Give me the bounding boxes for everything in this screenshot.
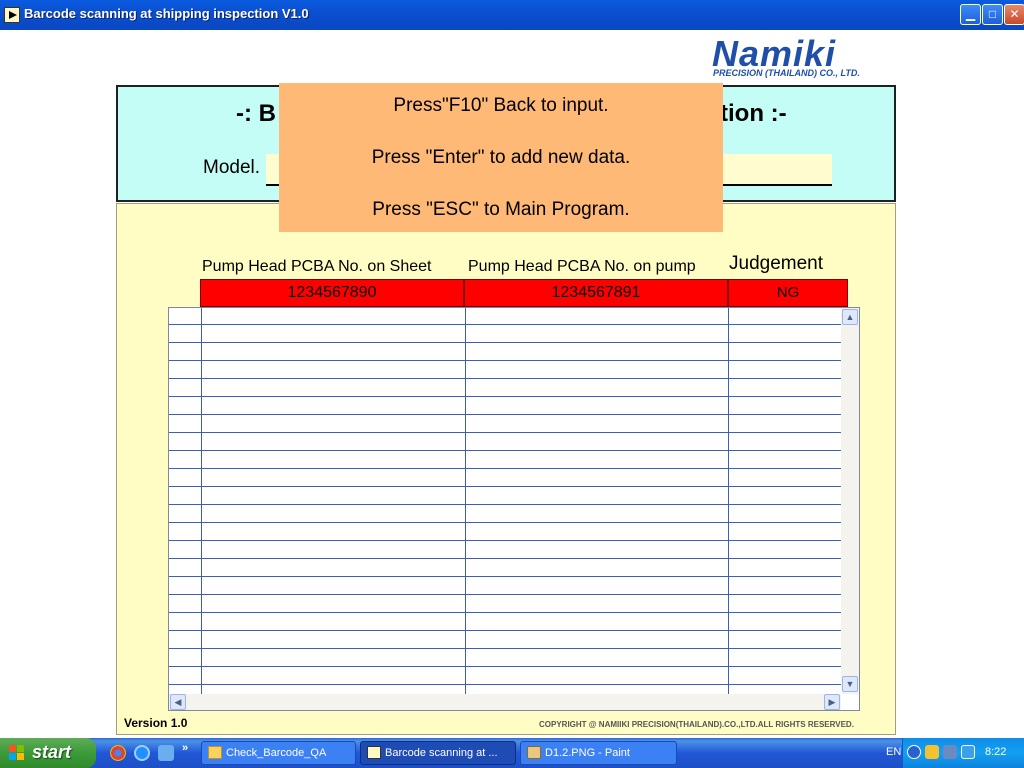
scroll-up-icon[interactable]: ▲ — [842, 309, 858, 325]
taskbar-item-paint[interactable]: D1.2.PNG - Paint — [520, 741, 677, 765]
clock: 8:22 — [985, 746, 1007, 758]
copyright-text: COPYRIGHT @ NAMIIKI PRECISION(THAILAND).… — [539, 720, 854, 729]
start-label: start — [32, 742, 72, 762]
folder-icon — [208, 746, 222, 759]
security-shield-icon[interactable] — [925, 745, 939, 759]
column-divider — [728, 308, 729, 694]
table-row[interactable] — [169, 433, 841, 451]
minimize-button[interactable]: ▁ — [960, 4, 981, 25]
column-header-pump: Pump Head PCBA No. on pump — [468, 258, 696, 275]
maximize-button[interactable]: □ — [982, 4, 1003, 25]
current-judgement-value: NG — [728, 279, 848, 307]
table-row[interactable] — [169, 487, 841, 505]
window-title: Barcode scanning at shipping inspection … — [24, 6, 309, 21]
instruction-esc: Press "ESC" to Main Program. — [372, 199, 630, 220]
scroll-left-icon[interactable]: ◀ — [170, 694, 186, 710]
taskbar-item-label: D1.2.PNG - Paint — [545, 747, 630, 759]
table-row[interactable] — [169, 361, 841, 379]
instruction-overlay: Press"F10" Back to input. Press "Enter" … — [279, 83, 723, 232]
table-row[interactable] — [169, 451, 841, 469]
scroll-down-icon[interactable]: ▼ — [842, 676, 858, 692]
update-icon[interactable] — [961, 745, 975, 759]
show-desktop-icon[interactable] — [158, 745, 174, 761]
scroll-right-icon[interactable]: ▶ — [824, 694, 840, 710]
instruction-enter: Press "Enter" to add new data. — [371, 147, 631, 168]
close-button[interactable]: ✕ — [1004, 4, 1024, 25]
table-row[interactable] — [169, 613, 841, 631]
windows-flag-icon — [9, 745, 25, 761]
system-tray: 8:22 — [902, 738, 1024, 768]
table-row[interactable] — [169, 397, 841, 415]
page-title-left: -: B — [236, 100, 276, 127]
table-row[interactable] — [169, 325, 841, 343]
table-row[interactable] — [169, 505, 841, 523]
table-row[interactable] — [169, 343, 841, 361]
paint-icon — [527, 746, 541, 759]
logo-wordmark: Namiki — [712, 33, 837, 74]
table-row[interactable] — [169, 559, 841, 577]
column-header-sheet: Pump Head PCBA No. on Sheet — [202, 258, 432, 275]
window-titlebar[interactable]: Barcode scanning at shipping inspection … — [0, 0, 1024, 30]
page-title-right: tion :- — [720, 100, 787, 127]
labview-app-icon — [4, 7, 20, 23]
table-row[interactable] — [169, 631, 841, 649]
table-row[interactable] — [169, 308, 841, 325]
table-row[interactable] — [169, 667, 841, 685]
horizontal-scrollbar[interactable]: ◀ ▶ — [169, 694, 841, 710]
table-row[interactable] — [169, 541, 841, 559]
vertical-scrollbar[interactable]: ▲ ▼ — [841, 308, 859, 694]
column-divider — [201, 308, 202, 694]
taskbar-item-barcode-app[interactable]: Barcode scanning at ... — [360, 741, 516, 765]
table-row[interactable] — [169, 415, 841, 433]
table-row[interactable] — [169, 595, 841, 613]
namiki-logo: Namiki PRECISION (THAILAND) CO., LTD. — [712, 36, 898, 80]
labview-icon — [367, 746, 381, 759]
table-row[interactable] — [169, 523, 841, 541]
table-body — [169, 308, 841, 694]
language-indicator[interactable]: EN — [886, 746, 901, 758]
logo-subtitle: PRECISION (THAILAND) CO., LTD. — [713, 68, 860, 78]
taskbar-item-label: Check_Barcode_QA — [226, 747, 327, 759]
data-table[interactable]: ▲ ▼ ◀ ▶ — [168, 307, 860, 711]
table-row[interactable] — [169, 379, 841, 397]
network-icon[interactable] — [943, 745, 957, 759]
current-pump-value[interactable]: 1234567891 — [464, 279, 728, 307]
current-sheet-value[interactable]: 1234567890 — [200, 279, 464, 307]
tray-expand-icon[interactable] — [907, 745, 921, 759]
column-header-judgement: Judgement — [729, 253, 824, 274]
quick-launch: » — [106, 742, 196, 762]
start-button[interactable]: start — [0, 738, 96, 768]
chrome-icon[interactable] — [110, 745, 126, 761]
instruction-f10: Press"F10" Back to input. — [393, 95, 609, 116]
taskbar-item-folder[interactable]: Check_Barcode_QA — [201, 741, 356, 765]
chevron-right-icon[interactable]: » — [182, 742, 188, 754]
table-row[interactable] — [169, 649, 841, 667]
version-label: Version 1.0 — [124, 716, 188, 730]
taskbar-item-label: Barcode scanning at ... — [385, 747, 498, 759]
table-row[interactable] — [169, 469, 841, 487]
column-divider — [465, 308, 466, 694]
table-row[interactable] — [169, 577, 841, 595]
internet-explorer-icon[interactable] — [134, 745, 150, 761]
taskbar: start » Check_Barcode_QA Barcode scannin… — [0, 738, 1024, 768]
